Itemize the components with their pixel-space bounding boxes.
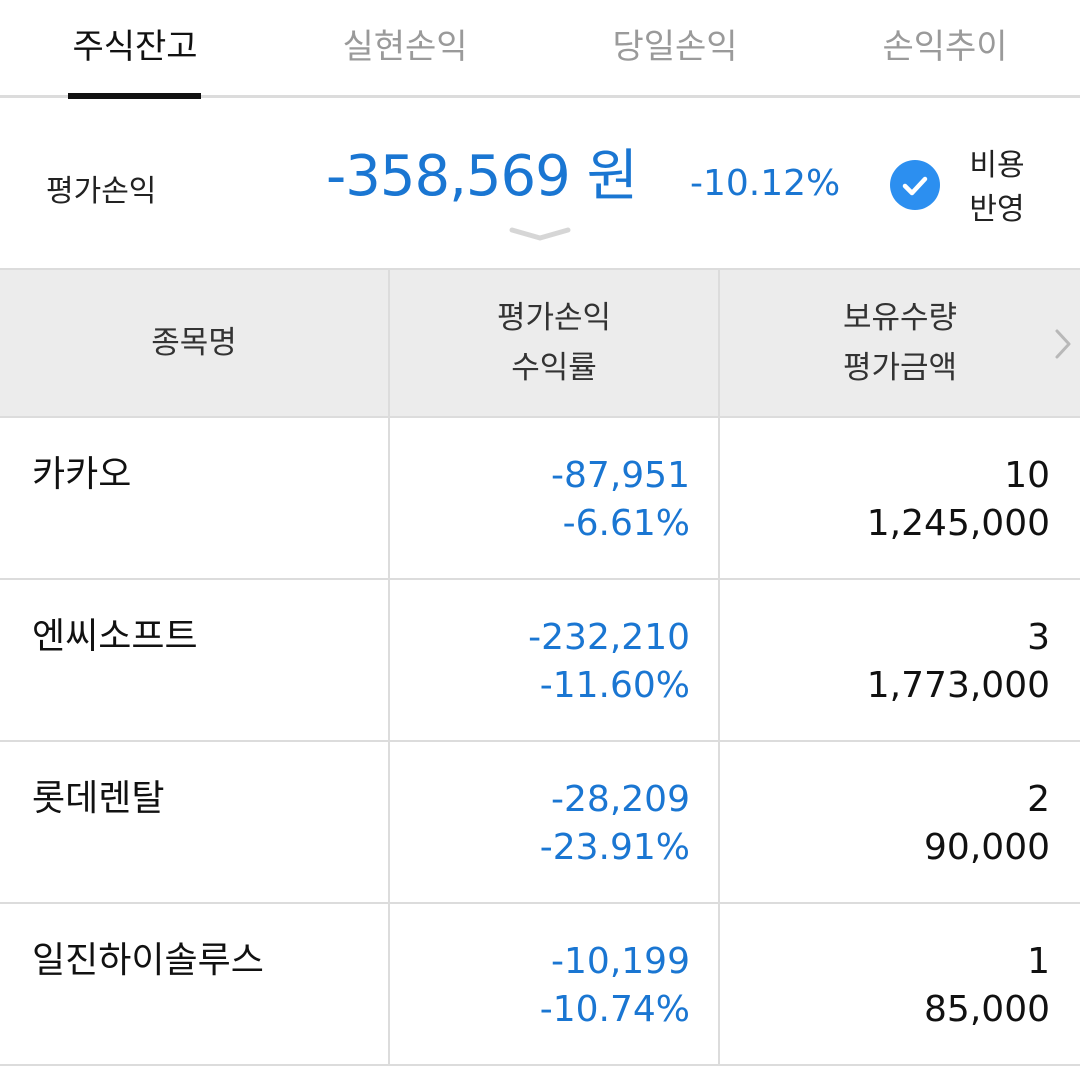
profit-loss-rate: -10.74% [539, 989, 690, 1030]
fee-reflect-label: 비용 반영 [962, 144, 1032, 232]
holding-quantity: 3 [1027, 617, 1050, 658]
cell-divider [388, 580, 390, 742]
active-tab-indicator [68, 93, 201, 99]
header-name-label: 종목명 [151, 325, 237, 361]
holding-quantity: 1 [1027, 941, 1050, 982]
profit-loss-amount: -28,209 [551, 779, 690, 820]
profit-loss-cell: -28,209 -23.91% [540, 776, 690, 872]
fee-label-line1: 비용 [969, 148, 1025, 183]
expand-summary-handle[interactable] [508, 226, 572, 246]
table-row[interactable]: 엔씨소프트 -232,210 -11.60% 3 1,773,000 [0, 580, 1080, 742]
cell-divider [718, 418, 720, 580]
profit-loss-cell: -10,199 -10.74% [540, 938, 690, 1034]
header-hold-line1: 보유수량 [842, 300, 958, 336]
holding-quantity: 10 [1004, 455, 1050, 496]
cell-divider [388, 742, 390, 904]
profit-loss-rate: -6.61% [562, 503, 690, 544]
holdings-cell: 3 1,773,000 [867, 614, 1050, 710]
table-row[interactable]: 일진하이솔루스 -10,199 -10.74% 1 85,000 [0, 904, 1080, 1066]
profit-loss-amount: -87,951 [551, 455, 690, 496]
holdings-cell: 2 90,000 [924, 776, 1050, 872]
table-row[interactable]: 롯데렌탈 -28,209 -23.91% 2 90,000 [0, 742, 1080, 904]
valuation-summary: 평가손익 -358,569 원 -10.12% 비용 반영 [0, 100, 1080, 268]
profit-loss-cell: -232,210 -11.60% [528, 614, 690, 710]
holding-value: 1,245,000 [866, 503, 1050, 544]
cell-divider [388, 418, 390, 580]
cell-divider [718, 904, 720, 1066]
stock-name: 엔씨소프트 [32, 616, 198, 657]
header-pl-line1: 평가손익 [496, 300, 612, 336]
summary-rate: -10.12% [690, 163, 841, 204]
header-pl: 평가손익 수익률 [390, 270, 718, 416]
holding-value: 90,000 [924, 827, 1050, 868]
summary-label: 평가손익 [46, 174, 157, 209]
profit-loss-amount: -232,210 [528, 617, 690, 658]
stock-name: 카카오 [32, 454, 132, 495]
more-columns-button[interactable] [1052, 326, 1074, 366]
holdings-cell: 1 85,000 [924, 938, 1050, 1034]
holdings-cell: 10 1,245,000 [867, 452, 1050, 548]
holding-value: 85,000 [924, 989, 1050, 1030]
header-hold-line2: 평가금액 [842, 350, 958, 386]
holding-quantity: 2 [1027, 779, 1050, 820]
header-holdings: 보유수량 평가금액 [720, 270, 1080, 416]
profit-loss-cell: -87,951 -6.61% [551, 452, 690, 548]
tab-stock-balance[interactable]: 주식잔고 [30, 0, 240, 98]
header-stock-name: 종목명 [0, 270, 388, 416]
chevron-down-icon [509, 227, 571, 241]
chevron-right-icon [1055, 329, 1071, 359]
profit-loss-rate: -23.91% [539, 827, 690, 868]
cell-divider [388, 904, 390, 1066]
stock-name: 일진하이솔루스 [32, 940, 264, 981]
table-header: 종목명 평가손익 수익률 보유수량 평가금액 [0, 268, 1080, 418]
tab-daily-pl[interactable]: 당일손익 [570, 0, 780, 98]
tab-realized-pl[interactable]: 실현손익 [300, 0, 510, 98]
header-pl-line2: 수익률 [511, 350, 597, 386]
cell-divider [718, 580, 720, 742]
table-row[interactable]: 카카오 -87,951 -6.61% 10 1,245,000 [0, 418, 1080, 580]
holding-value: 1,773,000 [866, 665, 1050, 706]
tab-pl-trend[interactable]: 손익추이 [840, 0, 1050, 98]
stock-name: 롯데렌탈 [32, 778, 165, 819]
cell-divider [718, 742, 720, 904]
fee-label-line2: 반영 [969, 192, 1025, 227]
summary-amount: -358,569 원 [326, 144, 638, 209]
fee-reflect-checkbox[interactable] [890, 160, 940, 210]
check-icon [902, 176, 928, 196]
tab-bar: 주식잔고 실현손익 당일손익 손익추이 [0, 0, 1080, 99]
profit-loss-amount: -10,199 [551, 941, 690, 982]
profit-loss-rate: -11.60% [539, 665, 690, 706]
